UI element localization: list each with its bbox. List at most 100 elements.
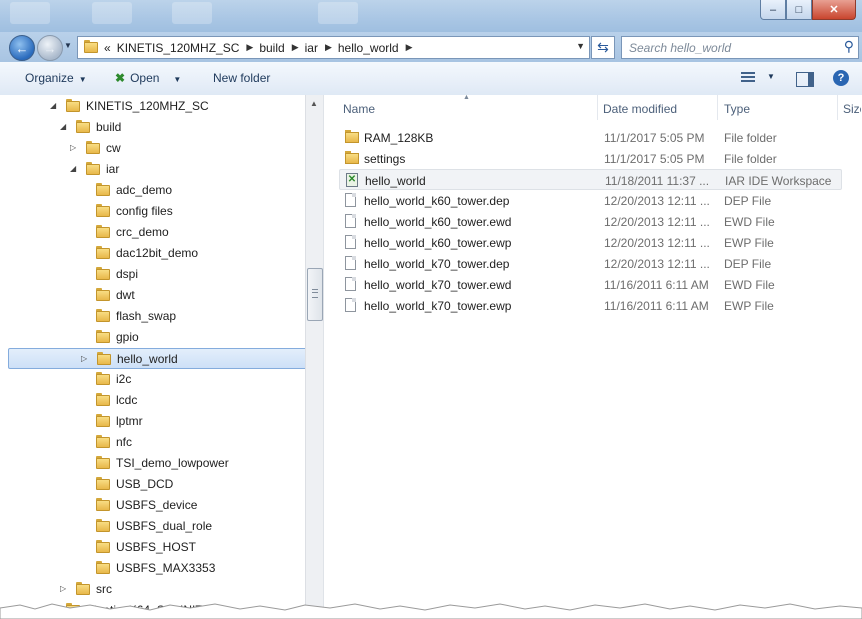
tree-item[interactable]: ◢ KINETIS_120MHZ_SC (8, 96, 305, 117)
tree-item[interactable]: flash_swap (8, 306, 305, 327)
column-divider[interactable] (837, 95, 838, 120)
breadcrumb-segment[interactable]: iar (305, 41, 318, 55)
file-date-modified: 11/1/2017 5:05 PM (604, 152, 705, 166)
tree-item[interactable]: lptmr (8, 411, 305, 432)
column-header-type[interactable]: Type (724, 102, 750, 116)
tree-item-label: build (96, 120, 122, 134)
recent-pages-dropdown[interactable]: ▼ (64, 41, 72, 50)
tree-item[interactable]: USBFS_MAX3353 (8, 558, 305, 579)
column-header-date[interactable]: Date modified (603, 102, 677, 116)
expand-arrow-icon[interactable]: ▷ (60, 584, 66, 593)
help-icon[interactable]: ? (833, 70, 849, 86)
dropdown-arrow-icon: ▼ (78, 75, 87, 84)
scrollbar-thumb[interactable] (307, 268, 323, 321)
breadcrumb-chevron-icon[interactable]: ▶ (325, 42, 332, 53)
refresh-button[interactable]: ⇆ (591, 36, 615, 59)
file-row[interactable]: settings 11/1/2017 5:05 PM File folder (339, 148, 840, 169)
file-row[interactable]: ✕ hello_world 11/18/2011 11:37 ... IAR IDE … (339, 169, 842, 190)
open-button[interactable]: ✖ Open ▼ (115, 71, 181, 85)
file-date-modified: 11/18/2011 11:37 ... (605, 174, 710, 188)
view-dropdown-icon[interactable]: ▼ (767, 72, 775, 81)
expand-arrow-icon[interactable]: ▷ (70, 143, 76, 152)
tree-item[interactable]: crc_demo (8, 222, 305, 243)
collapse-arrow-icon[interactable]: ◢ (50, 101, 56, 110)
preview-pane-icon[interactable] (796, 72, 814, 87)
file-date-modified: 12/20/2013 12:11 ... (604, 236, 710, 250)
file-row[interactable]: hello_world_k60_tower.ewd 12/20/2013 12:1… (339, 211, 840, 232)
file-list-pane: ▲ Name Date modified Type Size RAM_128KB… (323, 94, 862, 619)
maximize-button[interactable]: □ (786, 0, 812, 20)
tree-item-label: TSI_demo_lowpower (116, 456, 229, 470)
window-controls: – □ ✕ (760, 0, 856, 20)
open-with-icon: ✖ (115, 71, 126, 85)
tree-item[interactable]: dwt (8, 285, 305, 306)
tree-item[interactable]: USBFS_HOST (8, 537, 305, 558)
folder-icon (66, 99, 80, 112)
tree-item[interactable]: ▷ cw (8, 138, 305, 159)
tree-item[interactable]: i2c (8, 369, 305, 390)
file-row[interactable]: hello_world_k70_tower.ewd 11/16/2011 6:11… (339, 274, 840, 295)
tree-item-label: config files (116, 204, 173, 218)
minimize-button[interactable]: – (760, 0, 786, 20)
title-bar: – □ ✕ (0, 0, 862, 32)
change-view-icon[interactable] (741, 72, 755, 84)
navigation-bar: ← → ▼ « KINETIS_120MHZ_SC ▶ build ▶ iar … (0, 32, 862, 62)
folder-icon (345, 130, 359, 143)
breadcrumb-chevron-icon[interactable]: ▶ (406, 42, 413, 53)
breadcrumb-segment[interactable]: build (259, 41, 284, 55)
tree-item[interactable]: USBFS_device (8, 495, 305, 516)
column-header-name[interactable]: Name (343, 102, 375, 116)
address-bar[interactable]: « KINETIS_120MHZ_SC ▶ build ▶ iar ▶ hell… (77, 36, 590, 59)
column-divider[interactable] (717, 95, 718, 120)
column-divider[interactable] (597, 95, 598, 120)
tree-item[interactable]: ▷ src (8, 579, 305, 600)
tree-item[interactable]: ◢ build (8, 117, 305, 138)
breadcrumb-segment[interactable]: hello_world (338, 41, 399, 55)
tree-item[interactable]: TSI_demo_lowpower (8, 453, 305, 474)
column-header-size[interactable]: Size (843, 102, 861, 116)
address-dropdown-icon[interactable]: ▼ (576, 41, 585, 51)
scroll-up-icon[interactable]: ▲ (310, 99, 318, 108)
grip-icon (312, 289, 318, 298)
breadcrumb-overflow[interactable]: « (104, 41, 111, 55)
tree-item[interactable]: config files (8, 201, 305, 222)
new-folder-button[interactable]: New folder (213, 71, 270, 85)
tree-item[interactable]: adc_demo (8, 180, 305, 201)
breadcrumb-chevron-icon[interactable]: ▶ (246, 42, 253, 53)
folder-icon (96, 456, 110, 469)
folder-icon (86, 162, 100, 175)
tree-item-label: gpio (116, 330, 139, 344)
file-row[interactable]: hello_world_k70_tower.ewp 11/16/2011 6:11… (339, 295, 840, 316)
file-date-modified: 11/16/2011 6:11 AM (604, 299, 709, 313)
tree-item[interactable]: gpio (8, 327, 305, 348)
tree-item-label: KINETIS_120MHZ_SC (86, 99, 209, 113)
organize-button[interactable]: Organize ▼ (25, 71, 87, 85)
breadcrumb-segment[interactable]: KINETIS_120MHZ_SC (117, 41, 240, 55)
collapse-arrow-icon[interactable]: ◢ (70, 164, 76, 173)
close-button[interactable]: ✕ (812, 0, 856, 20)
tree-item[interactable]: dspi (8, 264, 305, 285)
forward-button[interactable]: → (37, 35, 63, 61)
tree-item[interactable]: USBFS_dual_role (8, 516, 305, 537)
file-name: hello_world_k60_tower.dep (364, 194, 510, 208)
tree-item[interactable]: USB_DCD (8, 474, 305, 495)
collapse-arrow-icon[interactable]: ◢ (60, 122, 66, 131)
file-row[interactable]: hello_world_k60_tower.dep 12/20/2013 12:1… (339, 190, 840, 211)
search-icon[interactable]: ⚲ (844, 38, 854, 55)
file-row[interactable]: RAM_128KB 11/1/2017 5:05 PM File folder (339, 127, 840, 148)
file-row[interactable]: hello_world_k70_tower.dep 12/20/2013 12:1… (339, 253, 840, 274)
navigation-scrollbar[interactable]: ▲ (305, 95, 323, 619)
tree-item[interactable]: nfc (8, 432, 305, 453)
tree-item[interactable]: lcdc (8, 390, 305, 411)
breadcrumb-chevron-icon[interactable]: ▶ (292, 42, 299, 53)
tree-item[interactable]: dac12bit_demo (8, 243, 305, 264)
tree-item[interactable]: ▷ hello_world (8, 348, 307, 369)
expand-arrow-icon[interactable]: ▷ (81, 354, 87, 363)
search-input[interactable]: Search hello_world ⚲ (621, 36, 859, 59)
file-row[interactable]: hello_world_k60_tower.ewp 12/20/2013 12:1… (339, 232, 840, 253)
tree-item-label: i2c (116, 372, 132, 386)
tree-item[interactable]: ◢ iar (8, 159, 305, 180)
file-icon (345, 214, 356, 228)
file-icon (345, 193, 356, 207)
back-button[interactable]: ← (9, 35, 35, 61)
